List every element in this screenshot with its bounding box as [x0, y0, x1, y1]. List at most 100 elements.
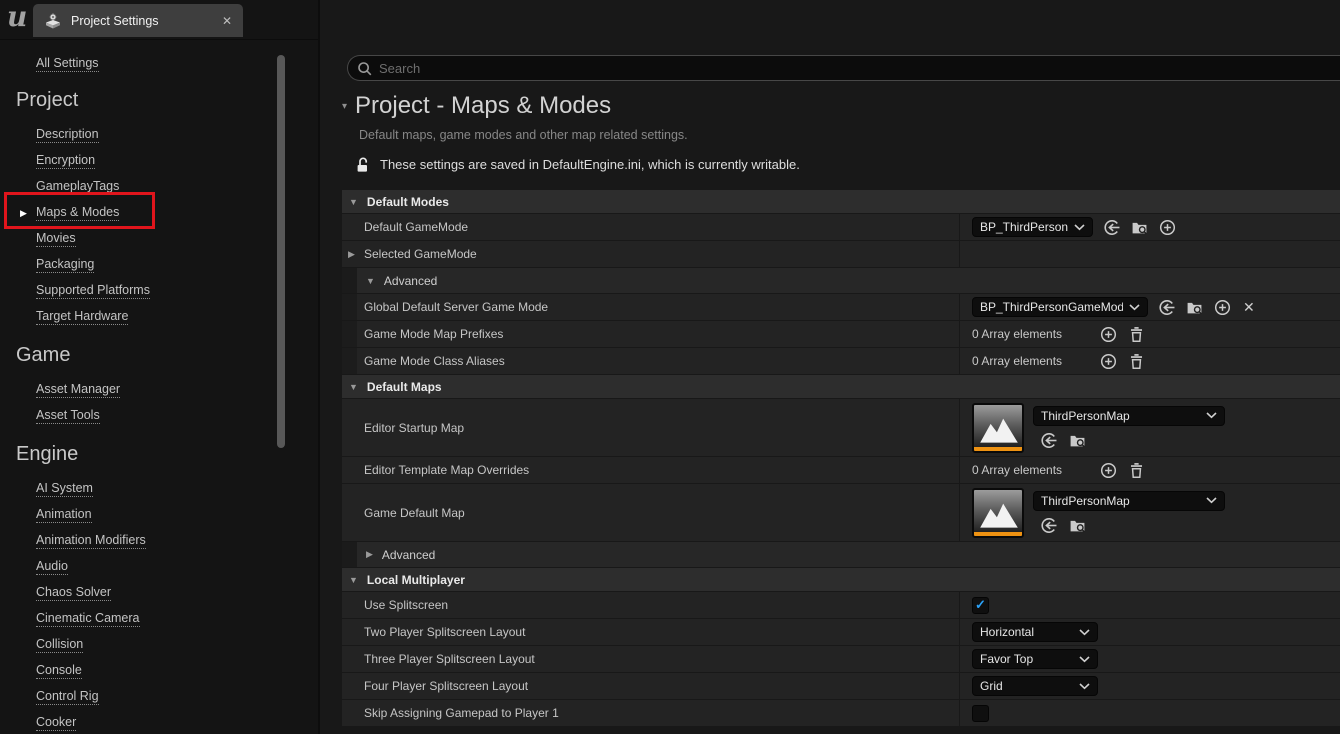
sidebar-item-control-rig[interactable]: Control Rig: [0, 684, 318, 710]
use-selected-asset-icon[interactable]: [1102, 218, 1121, 237]
row-use-splitscreen: Use Splitscreen ✓: [342, 592, 1340, 619]
expander-right-icon: ▶: [366, 549, 373, 560]
search-row: [320, 55, 1340, 81]
clear-array-icon[interactable]: [1127, 325, 1146, 344]
tab-project-settings[interactable]: Project Settings ✕: [33, 4, 243, 37]
sidebar-item-ai-system[interactable]: AI System: [0, 476, 318, 502]
use-selected-asset-icon[interactable]: [1039, 431, 1058, 450]
sidebar-item-asset-tools[interactable]: Asset Tools: [0, 403, 318, 429]
skip-assigning-gamepad-checkbox[interactable]: [972, 705, 989, 722]
sidebar-item-label: Supported Platforms: [36, 283, 150, 299]
dropdown-value: BP_ThirdPersonGa: [980, 220, 1068, 234]
add-array-element-icon[interactable]: [1099, 461, 1118, 480]
sidebar-item-supported-platforms[interactable]: Supported Platforms: [0, 278, 318, 304]
section-header-default-modes[interactable]: ▼ Default Modes: [342, 190, 1340, 214]
sidebar-item-target-hardware[interactable]: Target Hardware: [0, 304, 318, 330]
sidebar-item-label: Encryption: [36, 153, 95, 169]
section-header-local-multiplayer[interactable]: ▼ Local Multiplayer: [342, 568, 1340, 592]
settings-main-panel: ▾ Project - Maps & Modes Default maps, g…: [318, 0, 1340, 734]
sidebar-item-label: Audio: [36, 559, 68, 575]
four-player-layout-dropdown[interactable]: Grid: [972, 676, 1098, 696]
sidebar-item-maps-and-modes[interactable]: ▶ Maps & Modes: [0, 200, 318, 226]
sidebar-item-console[interactable]: Console: [0, 658, 318, 684]
clear-array-icon[interactable]: [1127, 352, 1146, 371]
array-elements-count: 0 Array elements: [972, 327, 1090, 341]
editor-startup-map-dropdown[interactable]: ThirdPersonMap: [1033, 406, 1225, 426]
add-new-asset-icon[interactable]: [1158, 218, 1177, 237]
sidebar-item-cooker[interactable]: Cooker: [0, 710, 318, 734]
browse-to-asset-icon[interactable]: [1185, 298, 1204, 317]
search-field[interactable]: [347, 55, 1340, 81]
page-title: Project - Maps & Modes: [355, 92, 611, 120]
sidebar-item-asset-manager[interactable]: Asset Manager: [0, 377, 318, 403]
setting-label: Game Mode Map Prefixes: [364, 327, 503, 341]
search-icon: [357, 61, 372, 76]
close-icon[interactable]: ✕: [222, 14, 232, 28]
section-header-default-maps[interactable]: ▼ Default Maps: [342, 375, 1340, 399]
sidebar-item-label: GameplayTags: [36, 179, 119, 195]
clear-value-icon[interactable]: ✕: [1243, 299, 1255, 316]
array-elements-count: 0 Array elements: [972, 463, 1090, 477]
sidebar-item-all-settings[interactable]: All Settings: [36, 53, 318, 75]
check-icon: ✓: [975, 597, 986, 613]
dropdown-value: Grid: [980, 679, 1073, 693]
sidebar-item-cinematic-camera[interactable]: Cinematic Camera: [0, 606, 318, 632]
sidebar-item-collision[interactable]: Collision: [0, 632, 318, 658]
add-new-asset-icon[interactable]: [1213, 298, 1232, 317]
default-gamemode-dropdown[interactable]: BP_ThirdPersonGa: [972, 217, 1093, 237]
section-title: Default Modes: [367, 195, 449, 209]
sidebar-item-encryption[interactable]: Encryption: [0, 148, 318, 174]
chevron-down-icon: [1079, 683, 1090, 690]
chevron-down-icon: ▼: [349, 382, 358, 392]
use-splitscreen-checkbox[interactable]: ✓: [972, 597, 989, 614]
setting-label: Three Player Splitscreen Layout: [364, 652, 535, 666]
sidebar-item-animation[interactable]: Animation: [0, 502, 318, 528]
game-default-map-dropdown[interactable]: ThirdPersonMap: [1033, 491, 1225, 511]
add-array-element-icon[interactable]: [1099, 325, 1118, 344]
map-asset-thumbnail[interactable]: [972, 403, 1024, 453]
row-advanced-default-maps[interactable]: ▶ Advanced: [342, 542, 1340, 568]
all-settings-label: All Settings: [36, 56, 99, 72]
setting-label: Two Player Splitscreen Layout: [364, 625, 525, 639]
sidebar-item-label: AI System: [36, 481, 93, 497]
setting-label: Selected GameMode: [364, 247, 477, 261]
row-game-default-map: Game Default Map ThirdPersonMap: [342, 484, 1340, 542]
sidebar-item-packaging[interactable]: Packaging: [0, 252, 318, 278]
use-selected-asset-icon[interactable]: [1157, 298, 1176, 317]
browse-to-asset-icon[interactable]: [1068, 516, 1087, 535]
settings-sections: ▼ Default Modes Default GameMode BP_Thir…: [342, 190, 1340, 727]
page-subtitle: Default maps, game modes and other map r…: [359, 128, 1320, 142]
collapse-caret-icon[interactable]: ▾: [342, 101, 347, 112]
three-player-layout-dropdown[interactable]: Favor Top: [972, 649, 1098, 669]
row-two-player-splitscreen-layout: Two Player Splitscreen Layout Horizontal: [342, 619, 1340, 646]
clear-array-icon[interactable]: [1127, 461, 1146, 480]
row-game-mode-class-aliases: Game Mode Class Aliases 0 Array elements: [342, 348, 1340, 375]
chevron-down-icon: [1129, 304, 1140, 311]
global-server-game-mode-dropdown[interactable]: BP_ThirdPersonGameMode: [972, 297, 1148, 317]
browse-to-asset-icon[interactable]: [1130, 218, 1149, 237]
expander-right-icon[interactable]: ▶: [348, 249, 355, 260]
sidebar-section-project: Project: [16, 86, 318, 114]
row-selected-gamemode: ▶ Selected GameMode: [342, 241, 1340, 268]
sidebar-item-description[interactable]: Description: [0, 122, 318, 148]
sidebar-item-audio[interactable]: Audio: [0, 554, 318, 580]
search-input[interactable]: [379, 61, 1264, 76]
map-mountain-icon: [976, 407, 1022, 447]
sidebar-item-gameplaytags[interactable]: GameplayTags: [0, 174, 318, 200]
map-mountain-icon: [976, 492, 1022, 532]
sidebar-scrollbar-thumb[interactable]: [277, 55, 285, 448]
browse-to-asset-icon[interactable]: [1068, 431, 1087, 450]
dropdown-value: ThirdPersonMap: [1041, 409, 1200, 423]
sidebar-item-animation-modifiers[interactable]: Animation Modifiers: [0, 528, 318, 554]
sidebar-section-engine: Engine: [16, 440, 318, 468]
row-game-mode-map-prefixes: Game Mode Map Prefixes 0 Array elements: [342, 321, 1340, 348]
sidebar-item-chaos-solver[interactable]: Chaos Solver: [0, 580, 318, 606]
sidebar-item-movies[interactable]: Movies: [0, 226, 318, 252]
add-array-element-icon[interactable]: [1099, 352, 1118, 371]
chevron-down-icon: [1079, 629, 1090, 636]
chevron-down-icon: [1079, 656, 1090, 663]
two-player-layout-dropdown[interactable]: Horizontal: [972, 622, 1098, 642]
use-selected-asset-icon[interactable]: [1039, 516, 1058, 535]
map-asset-thumbnail[interactable]: [972, 488, 1024, 538]
row-advanced-default-modes[interactable]: ▼ Advanced: [342, 268, 1340, 294]
